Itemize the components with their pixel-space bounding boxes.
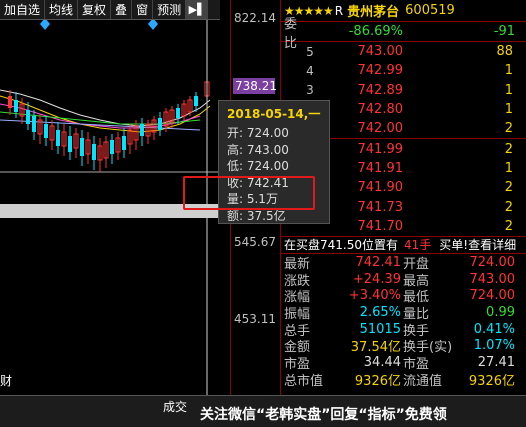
add-favorite-button[interactable]: 加自选 <box>0 0 46 19</box>
stat-value: 9326亿 <box>468 373 515 389</box>
sell-volume: 88 <box>496 44 513 60</box>
watermark-text: 关注微信“老韩实盘”回复“指标”免费领 <box>200 407 447 423</box>
buy-volume: 2 <box>504 180 513 196</box>
sell-row[interactable]: 4 742.99 1 <box>281 61 526 80</box>
buy-price: 741.91 <box>357 160 404 176</box>
stat-value: 51015 <box>359 321 401 337</box>
buy-price: 741.99 <box>357 141 404 157</box>
buy-volume: 1 <box>504 160 513 176</box>
stat-label: 总市值 <box>284 373 324 389</box>
weibi-row: 委比 -86.69% -91 <box>281 17 526 51</box>
stat-row: 振幅 2.65% 量比 0.99 <box>281 304 526 322</box>
buy-price: 741.70 <box>357 218 404 234</box>
stat-value: 743.00 <box>469 271 516 287</box>
axis-label-top: 822.14 <box>234 11 276 25</box>
stat-value: 37.54亿 <box>350 340 401 356</box>
sell-price: 742.99 <box>357 63 404 79</box>
overlay-button[interactable]: 叠 <box>111 0 133 19</box>
stat-value: 742.41 <box>355 254 402 270</box>
sell-volume: 1 <box>504 63 513 79</box>
buy-price: 741.90 <box>357 180 404 196</box>
r-mark: R <box>334 3 344 18</box>
forecast-button[interactable]: 预测 <box>153 0 187 19</box>
quote-stats: 最新 742.41 开盘 724.00 涨跌 +24.39 最高 743.00 涨幅 +3.4… <box>281 254 526 389</box>
axis-label-mid: 545.67 <box>234 235 276 249</box>
weibi-diff: -91 <box>493 24 515 39</box>
stat-value: +3.40% <box>348 288 401 304</box>
adjust-price-button[interactable]: 复权 <box>78 0 112 19</box>
current-price-flag: 738.21 <box>233 78 277 94</box>
sell-price: 743.00 <box>357 44 404 60</box>
stat-value: 0.99 <box>486 304 515 320</box>
weibi-value: -86.69% <box>348 24 403 39</box>
sell-price: 742.00 <box>357 121 404 137</box>
stat-value: 0.41% <box>473 321 515 337</box>
alert-count: 41手 <box>404 238 432 253</box>
stock-header[interactable]: ★★★★★ R 贵州茅台 600519 <box>281 0 526 22</box>
stat-value: +24.39 <box>352 271 401 287</box>
stat-label: 流通值 <box>403 373 443 389</box>
volume-highlight-box <box>183 176 315 210</box>
buy-volume: 2 <box>504 218 513 234</box>
bottom-bar: 成交 关注微信“老韩实盘”回复“指标”免费领 <box>0 395 526 427</box>
stat-row: 最新 742.41 开盘 724.00 <box>281 254 526 272</box>
sell-level: 3 <box>306 83 314 98</box>
window-button[interactable]: 窗 <box>132 0 154 19</box>
stat-row: 金额 37.54亿 换手(实) 1.07% <box>281 337 526 356</box>
stat-row: 总市值 9326亿 流通值 9326亿 <box>281 371 526 389</box>
axis-label-low: 453.11 <box>234 312 276 326</box>
tooltip-open: 开: 724.00 <box>227 126 289 140</box>
expand-arrow-icon[interactable]: ▶▌ <box>186 0 209 19</box>
tooltip-low: 低: 724.00 <box>227 159 289 173</box>
stat-value: 9326亿 <box>354 373 401 389</box>
sell-price: 742.89 <box>357 82 404 98</box>
chart-toolbar: 加自选 均线 复权 叠 窗 预测 ▶▌ <box>0 0 220 20</box>
sell-volume: 1 <box>504 82 513 98</box>
sell-volume: 2 <box>504 121 513 137</box>
sell-row[interactable]: 3 742.89 1 <box>281 81 526 100</box>
stat-value: 724.00 <box>469 254 516 270</box>
sell-row[interactable]: 5 743.00 88 <box>281 42 526 61</box>
big-order-alert: 在买盘741.50位置有 41手 买单!查看详细 <box>281 235 526 254</box>
buy-volume: 2 <box>504 199 513 215</box>
stat-value: 34.44 <box>363 354 401 370</box>
buy-volume: 2 <box>504 141 513 157</box>
view-details-link[interactable]: 买单!查看详细 <box>439 236 516 253</box>
stat-value: 1.07% <box>473 338 515 354</box>
sell-volume: 1 <box>504 102 513 118</box>
volume-tab[interactable]: 成交 <box>163 398 187 415</box>
tooltip-high: 高: 743.00 <box>227 142 289 157</box>
moving-average-button[interactable]: 均线 <box>45 0 79 19</box>
stock-code: 600519 <box>405 3 455 18</box>
stat-row: 涨幅 +3.40% 最低 724.00 <box>281 287 526 305</box>
buy-price: 741.73 <box>357 199 404 215</box>
tooltip-date: 2018-05-14,一 <box>227 107 321 121</box>
alert-text: 在买盘741.50位置有 <box>284 238 398 253</box>
stat-value: 724.00 <box>469 288 516 304</box>
sell-level: 4 <box>306 63 314 78</box>
sell-level: 5 <box>306 44 314 59</box>
stat-row: 总手 51015 换手 0.41% <box>281 321 526 339</box>
stat-row: 市盈 34.44 市盈 27.41 <box>281 354 526 372</box>
stat-value: 27.41 <box>477 354 515 370</box>
stat-row: 涨跌 +24.39 最高 743.00 <box>281 271 526 289</box>
stat-value: 2.65% <box>359 304 401 320</box>
stock-name: 贵州茅台 <box>347 5 400 20</box>
chart-footer-label: 财 <box>0 374 12 388</box>
sell-price: 742.80 <box>357 102 404 118</box>
